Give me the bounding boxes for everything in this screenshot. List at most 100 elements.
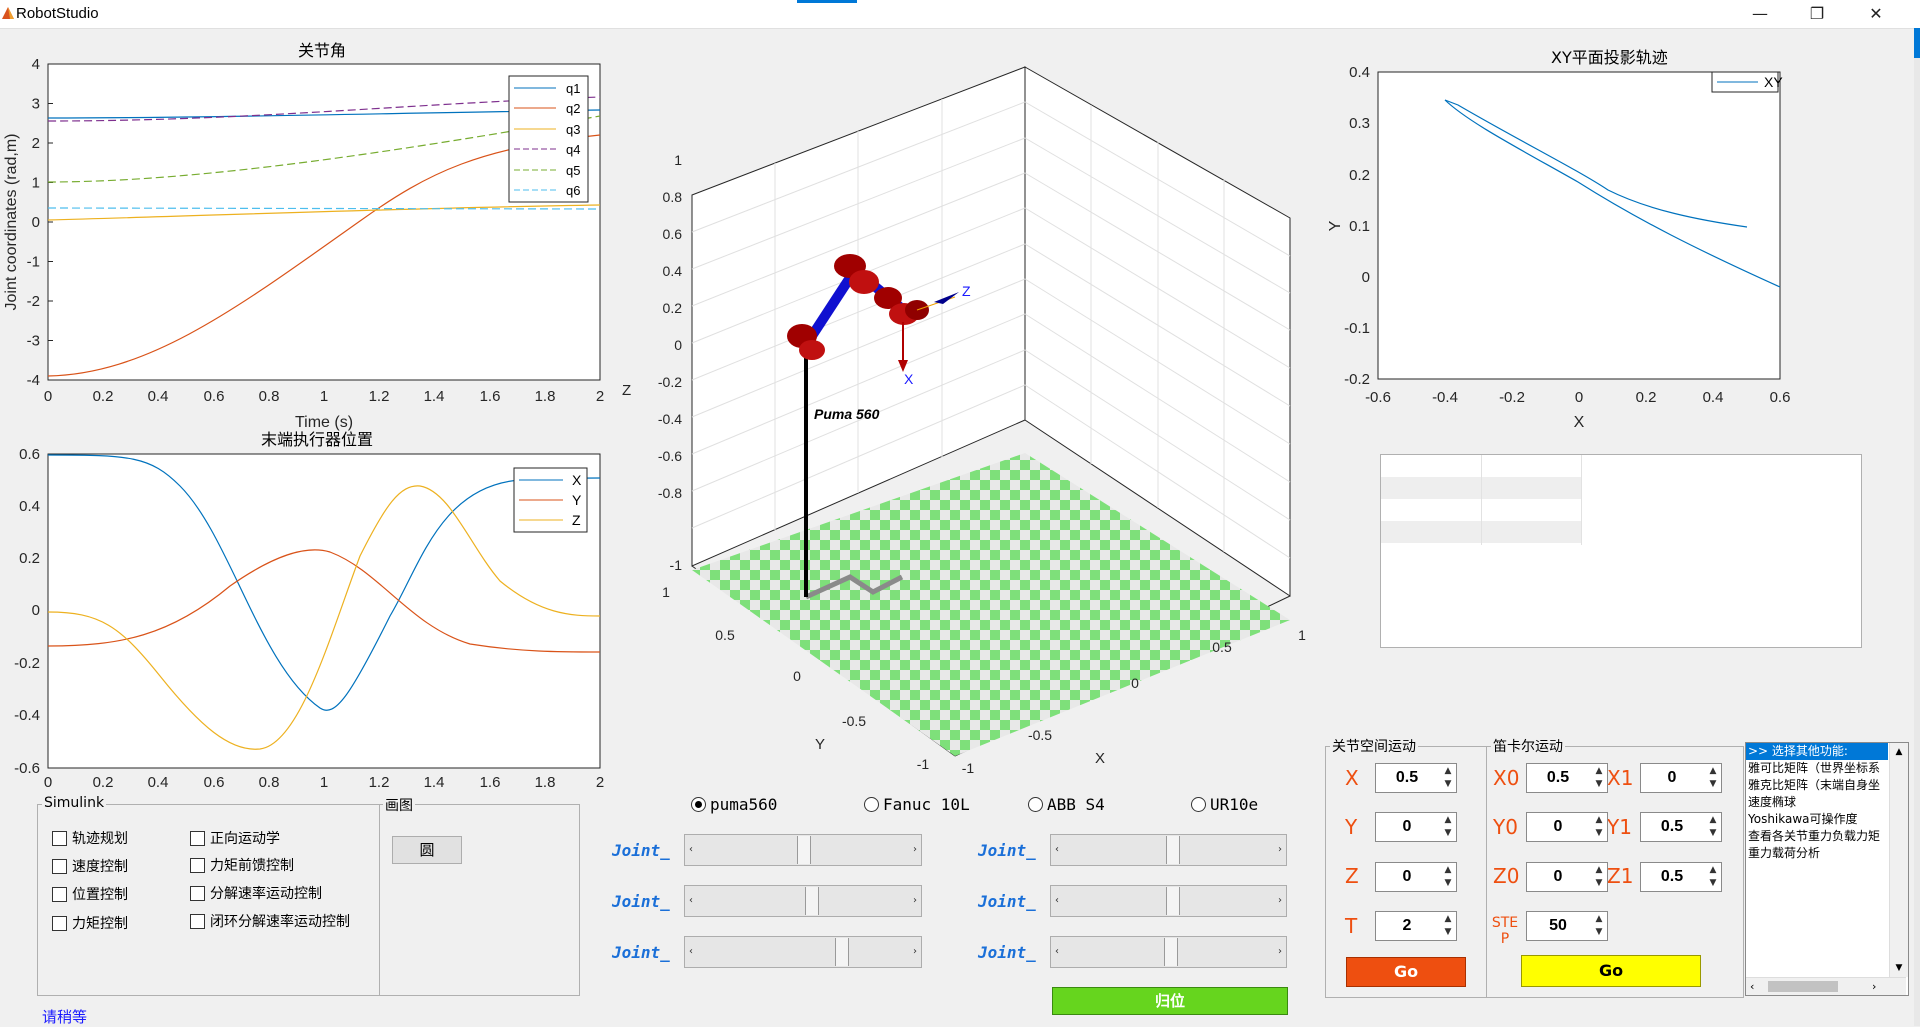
slider-thumb[interactable]	[805, 887, 819, 915]
cartesian-go-button[interactable]: Go	[1521, 955, 1701, 987]
checkbox-torque-feedforward[interactable]: 力矩前馈控制	[190, 855, 294, 875]
minimize-button[interactable]: —	[1737, 0, 1783, 28]
z-tick: 1	[674, 152, 682, 168]
plot4-xtick: -0.4	[1432, 389, 1458, 406]
cart-y0-label: Y0	[1493, 815, 1518, 839]
z-tick: -0.2	[658, 374, 682, 390]
slider-thumb[interactable]	[1164, 938, 1179, 966]
joint-slider-2[interactable]: ‹ ›	[684, 885, 922, 917]
joint-y-label: Y	[1345, 815, 1358, 839]
checkbox-position-control[interactable]: 位置控制	[52, 884, 128, 904]
slider-thumb[interactable]	[835, 938, 849, 966]
circle-button[interactable]: 圆	[392, 836, 462, 864]
plot2-xtick: 1.8	[535, 774, 556, 791]
joint-y-spinner[interactable]: 0 ▲ ▼	[1375, 812, 1457, 842]
plot4-xlabel: X	[1574, 414, 1585, 431]
list-item[interactable]: 速度椭球	[1746, 794, 1888, 811]
joint-z-spinner[interactable]: 0 ▲ ▼	[1375, 862, 1457, 892]
joint-label: Joint_	[978, 892, 1036, 911]
list-item[interactable]: 重力载荷分析	[1746, 845, 1888, 862]
checkbox-resolved-rate-control[interactable]: 分解速率运动控制	[190, 883, 322, 903]
cart-x1-spinner[interactable]: 0 ▲ ▼	[1640, 763, 1722, 793]
radio-puma560[interactable]: puma560	[691, 795, 777, 814]
joint-label: Joint_	[612, 943, 670, 962]
cart-x0-label: X0	[1493, 766, 1520, 790]
plot1-legend-item: q1	[566, 81, 580, 96]
checkbox-forward-kinematics[interactable]: 正向运动学	[190, 828, 280, 848]
z-tick: -1	[670, 557, 683, 573]
cart-z0-spinner[interactable]: 0 ▲ ▼	[1526, 862, 1608, 892]
step-spinner[interactable]: 50 ▲ ▼	[1526, 911, 1608, 941]
slider-thumb[interactable]	[1166, 836, 1181, 864]
drawing-label: 画图	[383, 795, 415, 815]
radio-fanuc-10l[interactable]: Fanuc 10L	[864, 795, 970, 814]
plot4-ytick: 0.4	[1349, 64, 1370, 81]
frame-x-label: X	[904, 371, 914, 387]
list-item[interactable]: 雅可比矩阵（世界坐标系	[1746, 760, 1888, 777]
listbox-hscroll[interactable]: ‹ ›	[1746, 977, 1906, 995]
z-tick: 0.6	[663, 226, 683, 242]
x-axis-label: X	[1095, 750, 1105, 767]
maximize-button[interactable]: ❐	[1794, 0, 1840, 28]
function-listbox[interactable]: >> 选择其他功能: 雅可比矩阵（世界坐标系 雅克比矩阵（末端自身坐 速度椭球 …	[1745, 742, 1909, 996]
list-item[interactable]: 雅克比矩阵（末端自身坐	[1746, 777, 1888, 794]
slider-thumb[interactable]	[797, 836, 811, 864]
plot1-ytick: 1	[32, 175, 40, 192]
joint-slider-5[interactable]: ‹ ›	[1050, 885, 1287, 917]
x-tick: 0	[1131, 675, 1139, 691]
step-label: STE P	[1491, 915, 1519, 947]
checkbox-trajectory-planning[interactable]: 轨迹规划	[52, 828, 128, 848]
cart-x0-spinner[interactable]: 0.5 ▲ ▼	[1526, 763, 1608, 793]
plot2-ytick: 0.4	[19, 498, 40, 515]
y-tick: 0.5	[715, 627, 735, 643]
plot2-xtick: 2	[596, 774, 604, 791]
joint-slider-6[interactable]: ‹ ›	[1050, 936, 1287, 968]
cart-z1-spinner[interactable]: 0.5 ▲ ▼	[1640, 862, 1722, 892]
plot2-xtick: 0.2	[93, 774, 114, 791]
joint-slider-4[interactable]: ‹ ›	[1050, 834, 1287, 866]
x-tick: 0.5	[1212, 639, 1232, 655]
y-tick: -1	[917, 756, 930, 772]
checkbox-velocity-control[interactable]: 速度控制	[52, 856, 128, 876]
plot1-xtick: 0.6	[204, 388, 225, 405]
plot2-ytick: -0.2	[14, 655, 40, 672]
list-item[interactable]: >> 选择其他功能:	[1746, 743, 1888, 760]
cart-x1-label: X1	[1607, 766, 1634, 790]
cart-y0-spinner[interactable]: 0 ▲ ▼	[1526, 812, 1608, 842]
plot2-legend-item: Y	[572, 492, 582, 508]
plot4-ytick: -0.2	[1344, 371, 1370, 388]
joint-label: Joint_	[612, 841, 670, 860]
close-button[interactable]: ✕	[1853, 0, 1899, 28]
radio-abb-s4[interactable]: ABB S4	[1028, 795, 1105, 814]
plot1-legend-item: q4	[566, 142, 580, 157]
y-tick: -0.5	[842, 713, 866, 729]
plot4-xtick: 0.6	[1770, 389, 1791, 406]
radio-ur10e[interactable]: UR10e	[1191, 795, 1258, 814]
plot4-xtick: -0.6	[1365, 389, 1391, 406]
listbox-vscroll[interactable]: ▲ ▼	[1889, 743, 1908, 977]
joint-slider-3[interactable]: ‹ ›	[684, 936, 922, 968]
joint-x-spinner[interactable]: 0.5 ▲ ▼	[1375, 763, 1457, 793]
cart-y1-spinner[interactable]: 0.5 ▲ ▼	[1640, 812, 1722, 842]
slider-thumb[interactable]	[1166, 887, 1181, 915]
robot-3d-view[interactable]: Z X Puma 560 1 0.8 0.6 0.4 0.2 0 -0.2 -0…	[610, 60, 1310, 780]
plot4-ytick: -0.1	[1344, 320, 1370, 337]
checkbox-closed-loop-resolved-rate[interactable]: 闭环分解速率运动控制	[190, 911, 350, 931]
plot1-legend-item: q6	[566, 183, 580, 198]
plot1-xtick: 0	[44, 388, 52, 405]
status-text: 请稍等	[42, 1008, 88, 1026]
joint-t-spinner[interactable]: 2 ▲ ▼	[1375, 911, 1457, 941]
checkbox-torque-control[interactable]: 力矩控制	[52, 913, 128, 933]
list-item[interactable]: Yoshikawa可操作度	[1746, 811, 1888, 828]
joint-slider-1[interactable]: ‹ ›	[684, 834, 922, 866]
plot1-ytick: -2	[27, 293, 40, 310]
list-item[interactable]: 查看各关节重力负载力矩	[1746, 828, 1888, 845]
simulink-label: Simulink	[42, 795, 107, 811]
joint-go-button[interactable]: Go	[1346, 957, 1466, 987]
home-button[interactable]: 归位	[1052, 987, 1288, 1015]
plot1-ytick: -3	[27, 333, 40, 350]
plot2-xtick: 0.6	[204, 774, 225, 791]
z-tick: 0.4	[663, 263, 683, 279]
plot1-xtick: 1.6	[480, 388, 501, 405]
end-effector-position-plot: 0.6 0.4 0.2 0 -0.2 -0.4 -0.6 0 0.2 0.4 0…	[14, 446, 604, 791]
